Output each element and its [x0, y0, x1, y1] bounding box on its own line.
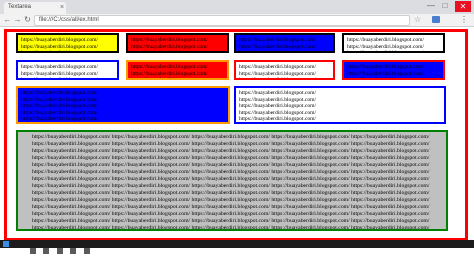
textarea-blue[interactable] [234, 33, 335, 53]
taskbar-app-icon[interactable] [30, 248, 36, 254]
textarea-blue-large[interactable] [16, 86, 230, 124]
browser-menu-icon[interactable]: ⋮ [460, 15, 468, 24]
textarea-yellow[interactable] [16, 33, 119, 53]
browser-toolbar: ← → ↻ file:///C:/css/all/ex.html ☆ ⋮ [0, 14, 474, 27]
textarea-blue-red-border[interactable] [342, 60, 445, 80]
textarea-white-red-border[interactable] [234, 60, 335, 80]
bookmark-star-icon[interactable]: ☆ [414, 15, 421, 24]
start-menu-icon[interactable] [3, 241, 9, 247]
minimize-window-button[interactable]: — [426, 2, 436, 11]
taskbar-app-icon[interactable] [56, 248, 63, 254]
tab-close-icon[interactable]: × [60, 3, 64, 13]
textarea-white-large[interactable] [234, 86, 446, 124]
tab-title: Textarea [8, 4, 32, 10]
url-text: file:///C:/css/all/ex.html [39, 17, 99, 23]
forward-icon[interactable]: → [13, 15, 22, 24]
browser-tab-bar: Textarea × — □ ✕ [0, 0, 474, 14]
taskbar-apps [30, 241, 93, 254]
os-taskbar [0, 240, 474, 254]
textarea-red[interactable] [126, 33, 229, 53]
textarea-red-orange-border[interactable] [126, 60, 229, 80]
reload-icon[interactable]: ↻ [23, 15, 32, 24]
taskbar-app-icon[interactable] [70, 248, 77, 254]
extension-icon[interactable] [432, 16, 440, 23]
taskbar-app-icon[interactable] [43, 248, 50, 254]
taskbar-app-icon[interactable] [83, 248, 90, 254]
close-window-button[interactable]: ✕ [455, 1, 471, 12]
address-bar[interactable]: file:///C:/css/all/ex.html [34, 15, 410, 26]
textarea-white-blue-border[interactable] [16, 60, 119, 80]
textarea-gray-wide[interactable] [16, 130, 448, 231]
back-icon[interactable]: ← [3, 15, 12, 24]
maximize-window-button[interactable]: □ [440, 2, 450, 11]
browser-tab[interactable]: Textarea × [4, 2, 66, 14]
textarea-white[interactable] [342, 33, 445, 53]
